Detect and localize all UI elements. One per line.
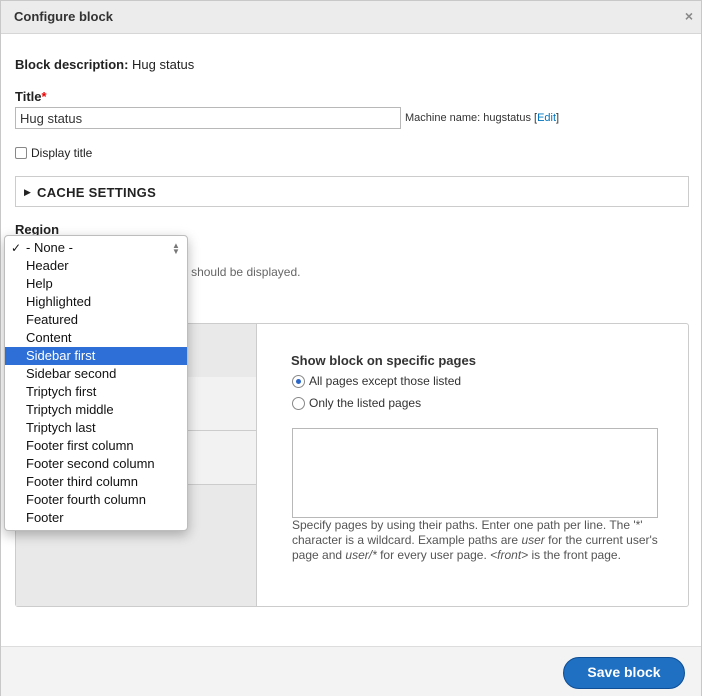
- help-text-front: <front>: [490, 548, 529, 562]
- region-option-label: Featured: [26, 312, 79, 327]
- region-option[interactable]: Content: [5, 329, 187, 347]
- radio-listed-pages-label: Only the listed pages: [309, 396, 422, 410]
- region-dropdown-menu[interactable]: ✓ - None - Header Help Highlighted Featured Co…: [4, 235, 188, 531]
- region-option-label: Footer fourth column: [26, 492, 146, 507]
- region-option-label: Footer first column: [26, 438, 134, 453]
- pages-pane-title: Show block on specific pages: [291, 353, 476, 368]
- help-text-e: for every user page.: [376, 548, 491, 562]
- radio-listed-pages-row[interactable]: Only the listed pages: [292, 396, 421, 410]
- block-description-value: Hug status: [132, 57, 195, 72]
- cache-settings-summary[interactable]: CACHE SETTINGS: [37, 185, 156, 200]
- dialog-title: Configure block: [14, 9, 113, 24]
- radio-all-pages-row[interactable]: All pages except those listed: [292, 374, 461, 388]
- region-option-label: Footer: [26, 510, 64, 525]
- display-title-label: Display title: [31, 146, 93, 160]
- pages-help-text: Specify pages by using their paths. Ente…: [292, 518, 662, 563]
- region-option-label: Triptych middle: [26, 402, 114, 417]
- select-arrows-icon: ▲ ▼: [172, 241, 180, 256]
- machine-name: Machine name: hugstatus [Edit]: [405, 112, 559, 124]
- radio-all-pages-label: All pages except those listed: [309, 374, 462, 388]
- region-option[interactable]: Triptych last: [5, 419, 187, 437]
- triangle-right-icon: ▶: [24, 187, 31, 197]
- region-option[interactable]: Featured: [5, 311, 187, 329]
- title-label: Title*: [15, 89, 47, 104]
- region-option[interactable]: Footer first column: [5, 437, 187, 455]
- cache-settings-details[interactable]: ▶ CACHE SETTINGS: [15, 176, 689, 207]
- region-option[interactable]: Triptych first: [5, 383, 187, 401]
- region-option[interactable]: Footer fourth column: [5, 491, 187, 509]
- region-option[interactable]: Help: [5, 275, 187, 293]
- region-option-label: Footer third column: [26, 474, 138, 489]
- region-option-label: Header: [26, 258, 69, 273]
- block-description-label: Block description:: [15, 57, 129, 72]
- machine-name-edit-link[interactable]: Edit: [537, 112, 556, 124]
- region-option[interactable]: Header: [5, 257, 187, 275]
- region-option-label: Footer second column: [26, 456, 155, 471]
- help-text-user-wildcard: user/*: [345, 548, 377, 562]
- display-title-row[interactable]: Display title: [15, 146, 92, 160]
- region-option[interactable]: Footer: [5, 509, 187, 527]
- region-option[interactable]: Sidebar first: [5, 347, 187, 365]
- title-label-text: Title: [15, 89, 42, 104]
- save-block-button[interactable]: Save block: [563, 657, 685, 689]
- region-option-label: Triptych last: [26, 420, 96, 435]
- pages-textarea[interactable]: [292, 428, 658, 518]
- dialog-titlebar: Configure block ×: [1, 1, 701, 34]
- region-option-label: - None -: [26, 240, 73, 255]
- region-option-label: Highlighted: [26, 294, 92, 309]
- region-option-label: Triptych first: [26, 384, 97, 399]
- close-icon[interactable]: ×: [685, 8, 693, 24]
- title-input[interactable]: [15, 107, 401, 129]
- display-title-checkbox[interactable]: [15, 147, 27, 159]
- checkmark-icon: ✓: [11, 241, 22, 255]
- required-mark: *: [41, 89, 47, 104]
- machine-name-suffix: ]: [556, 112, 560, 124]
- region-option-label: Help: [26, 276, 53, 291]
- region-option-label: Sidebar first: [26, 348, 96, 363]
- region-option[interactable]: Footer second column: [5, 455, 187, 473]
- machine-name-text: Machine name: hugstatus [: [405, 112, 538, 124]
- region-option[interactable]: Triptych middle: [5, 401, 187, 419]
- help-text-g: is the front page.: [528, 548, 621, 562]
- region-option-label: Content: [26, 330, 72, 345]
- block-description: Block description: Hug status: [15, 57, 194, 72]
- region-option-label: Sidebar second: [26, 366, 117, 381]
- help-text-user: user: [521, 533, 545, 547]
- radio-listed-pages[interactable]: [292, 396, 305, 410]
- region-option[interactable]: Highlighted: [5, 293, 187, 311]
- region-option[interactable]: ✓ - None -: [5, 239, 187, 257]
- region-option[interactable]: Footer third column: [5, 473, 187, 491]
- radio-all-pages[interactable]: [292, 374, 305, 388]
- region-option[interactable]: Sidebar second: [5, 365, 187, 383]
